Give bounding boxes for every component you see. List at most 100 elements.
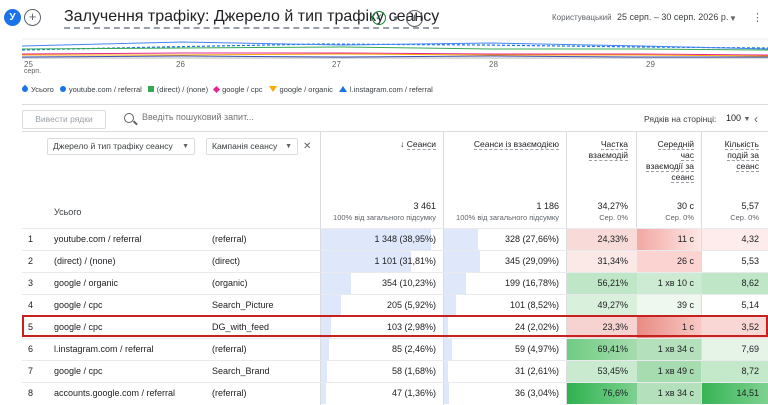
rate-cell: 69,41% — [597, 344, 628, 354]
chevron-left-icon[interactable]: ‹ — [754, 112, 758, 126]
engaged-cell: 328 (27,66%) — [504, 234, 559, 244]
row-number: 1 — [28, 234, 34, 244]
header-label: Частка взаємодій — [588, 139, 628, 161]
campaign-cell[interactable]: Search_Picture — [212, 295, 274, 316]
add-comparison-icon[interactable]: + — [24, 9, 41, 26]
time-cell: 1 хв 10 с — [657, 278, 694, 288]
secondary-dimension-select[interactable]: Кампанія сеансу ▼ — [206, 138, 298, 155]
events-cell: 7,69 — [741, 344, 759, 354]
legend-item[interactable]: google / cpc — [213, 84, 263, 94]
date-dropdown-icon[interactable]: ▼ — [729, 14, 737, 23]
chevron-down-icon[interactable]: ▼ — [392, 14, 400, 23]
source-cell[interactable]: (direct) / (none) — [54, 251, 116, 272]
source-cell[interactable]: google / cpc — [54, 361, 103, 382]
account-avatar[interactable]: У — [4, 9, 21, 26]
total-subtext: Сер. 0% — [599, 213, 628, 222]
events-cell: 8,72 — [741, 366, 759, 376]
row-number: 8 — [28, 388, 34, 398]
campaign-cell[interactable]: (direct) — [212, 251, 240, 272]
total-rate: 34,27% — [597, 201, 628, 211]
rows-per-page-value: 100 — [726, 113, 742, 123]
column-header-engagement-rate[interactable]: Частка взаємодій — [576, 139, 628, 161]
sessions-cell: 47 (1,36%) — [391, 388, 436, 398]
source-cell[interactable]: accounts.google.com / referral — [54, 383, 175, 404]
total-subtext: 100% від загального підсумку — [456, 213, 559, 222]
square-icon — [147, 86, 154, 92]
rows-per-page-label: Рядків на сторінці: — [644, 114, 717, 124]
primary-dimension-select[interactable]: Джерело й тип трафіку сеансу ▼ — [47, 138, 195, 155]
date-range-picker[interactable]: 25 серп. – 30 серп. 2026 р. — [617, 12, 728, 22]
table-row[interactable]: 1 youtube.com / referral (referral) 1 34… — [22, 228, 768, 250]
legend-item[interactable]: youtube.com / referral — [59, 85, 142, 94]
engaged-cell: 199 (16,78%) — [504, 278, 559, 288]
row-number: 6 — [28, 344, 34, 354]
rows-per-page-select[interactable]: 100 ▼ — [726, 113, 750, 123]
table-row[interactable]: 3 google / organic (organic) 354 (10,23%… — [22, 272, 768, 294]
rate-cell: 53,45% — [597, 366, 628, 376]
sessions-cell: 1 348 (38,95%) — [374, 234, 436, 244]
diamond-icon — [213, 85, 221, 93]
sort-arrow-icon: ↓ — [400, 139, 407, 149]
time-cell: 1 хв 49 с — [657, 366, 694, 376]
legend-item[interactable]: (direct) / (none) — [147, 85, 208, 94]
column-header-avg-engagement-time[interactable]: Середній час взаємодії за сеанс — [642, 139, 694, 183]
sessions-cell: 354 (10,23%) — [381, 278, 436, 288]
source-cell[interactable]: google / cpc — [54, 295, 103, 316]
dimension-label: Кампанія сеансу — [212, 141, 278, 151]
totals-label: Усього — [54, 207, 82, 217]
legend-label: google / cpc — [222, 84, 263, 94]
rate-cell: 24,33% — [597, 234, 628, 244]
engaged-cell: 31 (2,61%) — [514, 366, 559, 376]
events-cell: 4,32 — [741, 234, 759, 244]
time-cell: 26 с — [676, 256, 694, 266]
total-sessions: 3 461 — [413, 201, 436, 211]
add-icon[interactable]: + — [406, 10, 423, 27]
search-input[interactable] — [142, 112, 342, 122]
more-options-icon[interactable]: ⋮ — [752, 11, 763, 24]
table-top-border — [22, 131, 768, 132]
sessions-cell: 85 (2,46%) — [391, 344, 436, 354]
show-rows-button[interactable]: Вивести рядки — [22, 110, 106, 129]
source-cell[interactable]: google / organic — [54, 273, 118, 294]
events-cell: 8,62 — [741, 278, 759, 288]
source-cell[interactable]: youtube.com / referral — [54, 229, 142, 250]
series-instagram-line — [22, 55, 768, 58]
column-header-sessions[interactable]: ↓ Сеанси — [324, 139, 436, 150]
campaign-cell[interactable]: (referral) — [212, 229, 247, 250]
rate-cell: 49,27% — [597, 300, 628, 310]
row-number: 7 — [28, 366, 34, 376]
table-row[interactable]: 8 accounts.google.com / referral (referr… — [22, 382, 768, 404]
legend-item[interactable]: l.instagram.com / referral — [338, 85, 433, 94]
x-tick-label: 26 — [176, 60, 185, 69]
table-row[interactable]: 7 google / cpc Search_Brand 58 (1,68%) 3… — [22, 360, 768, 382]
legend-label: google / organic — [279, 84, 333, 94]
table-row[interactable]: 2 (direct) / (none) (direct) 1 101 (31,8… — [22, 250, 768, 272]
events-cell: 5,14 — [741, 300, 759, 310]
rate-cell: 56,21% — [597, 278, 628, 288]
highlight-box — [22, 315, 768, 337]
row-number: 3 — [28, 278, 34, 288]
source-cell[interactable]: l.instagram.com / referral — [54, 339, 154, 360]
report-header: У + Залучення трафіку: Джерело й тип тра… — [0, 0, 768, 36]
column-header-events-per-session[interactable]: Кількість подій за сеанс — [710, 139, 759, 172]
engaged-cell: 101 (8,52%) — [509, 300, 559, 310]
engaged-cell: 59 (4,97%) — [514, 344, 559, 354]
total-events: 5,57 — [741, 201, 759, 211]
campaign-cell[interactable]: (referral) — [212, 383, 247, 404]
x-tick-label: 28 — [489, 60, 498, 69]
triangle-down-icon — [268, 86, 277, 92]
campaign-cell[interactable]: (organic) — [212, 273, 248, 294]
campaign-cell[interactable]: (referral) — [212, 339, 247, 360]
close-icon[interactable]: ✕ — [303, 141, 311, 152]
campaign-cell[interactable]: Search_Brand — [212, 361, 270, 382]
table-row[interactable]: 6 l.instagram.com / referral (referral) … — [22, 338, 768, 360]
table-row[interactable]: 4 google / cpc Search_Picture 205 (5,92%… — [22, 294, 768, 316]
check-circle-icon[interactable]: ✓ — [372, 11, 386, 25]
chevron-down-icon: ▼ — [285, 143, 292, 150]
legend-item[interactable]: google / organic — [268, 84, 333, 94]
time-cell: 1 хв 34 с — [657, 388, 694, 398]
column-header-engaged-sessions[interactable]: Сеанси із взаємодією — [447, 139, 559, 150]
legend-item[interactable]: Усього — [20, 85, 54, 94]
header-label: Середній час взаємодії за сеанс — [646, 139, 694, 183]
line-chart — [22, 38, 768, 59]
